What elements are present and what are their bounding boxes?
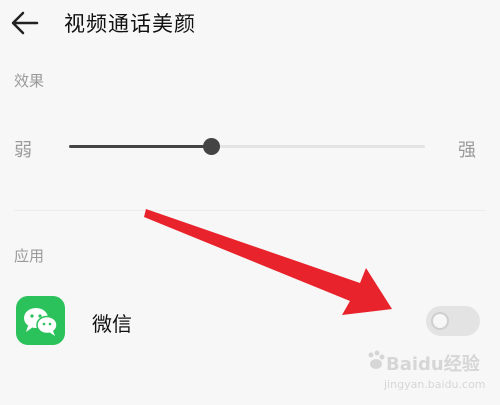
app-name: 微信 <box>92 312 132 336</box>
slider-track[interactable] <box>69 138 425 155</box>
paw-icon <box>368 350 385 369</box>
watermark-sub: jingyan.baidu.com <box>384 378 486 391</box>
slider-thumb[interactable] <box>203 138 221 155</box>
wechat-icon <box>16 296 65 345</box>
slider-fill <box>69 145 212 148</box>
slider-min-label: 弱 <box>14 140 32 161</box>
section-divider <box>14 210 486 211</box>
toggle-knob <box>431 312 449 330</box>
top-bar: 视频通话美颜 <box>0 0 500 50</box>
apply-section-label: 应用 <box>14 247 45 265</box>
app-row-wechat: 微信 <box>0 292 500 352</box>
wechat-beauty-toggle[interactable] <box>426 306 480 336</box>
effect-section-label: 效果 <box>14 72 45 90</box>
back-arrow-icon[interactable] <box>10 10 40 36</box>
baidu-watermark: Baidu经验 jingyan.baidu.com <box>366 348 496 400</box>
page-title: 视频通话美颜 <box>64 12 196 36</box>
watermark-text: Baidu经验 <box>386 354 480 375</box>
slider-max-label: 强 <box>458 140 476 161</box>
